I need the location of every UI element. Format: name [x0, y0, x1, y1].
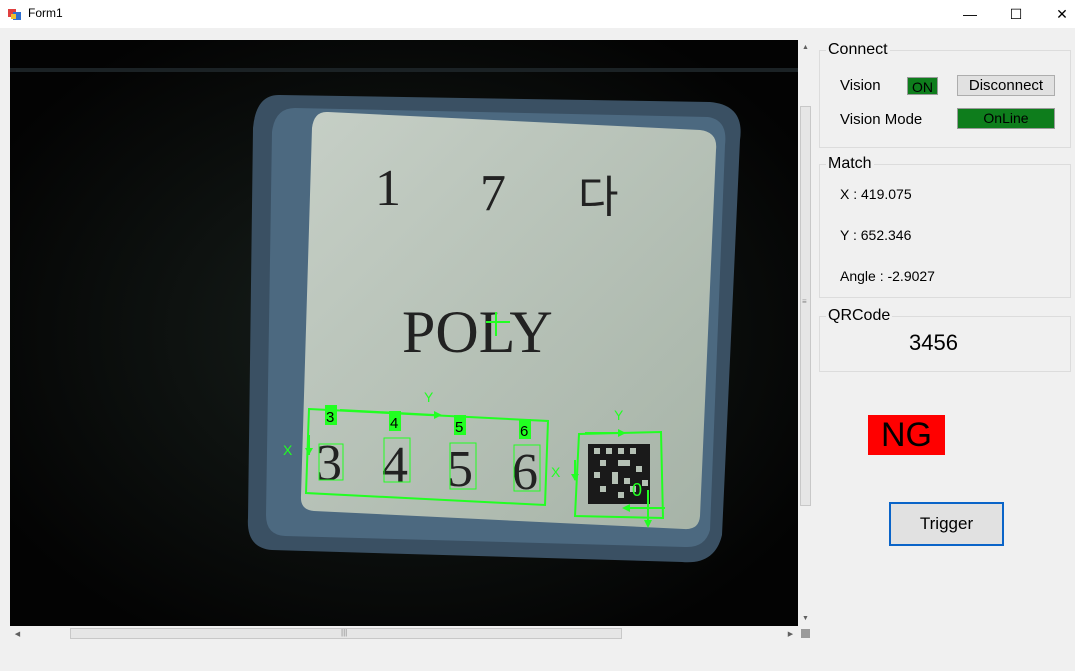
scroll-right-icon[interactable]: ▶ — [783, 626, 798, 641]
label-digit-4: 4 — [382, 437, 408, 494]
camera-image: 1 7 다 POLY 3 4 5 6 3 4 5 6 Y X X Y 0 — [10, 40, 798, 626]
vision-label: Vision — [840, 77, 881, 94]
title-bar: Form1 — ☐ ✕ — [0, 0, 1075, 28]
label-digit-6: 6 — [512, 444, 538, 501]
vertical-scroll-thumb[interactable]: ≡ — [800, 106, 811, 506]
ocr-tag-4: 4 — [390, 415, 398, 432]
window-title: Form1 — [28, 6, 63, 20]
vision-mode-indicator[interactable]: OnLine — [957, 108, 1055, 129]
close-icon: ✕ — [1056, 5, 1068, 22]
vertical-scrollbar[interactable]: ▲ ≡ ▼ — [798, 40, 813, 626]
digits-x-label: X — [283, 442, 293, 458]
app-icon — [8, 9, 21, 20]
ocr-tag-5: 5 — [455, 419, 463, 436]
qrcode-group: QRCode 3456 — [819, 307, 1071, 372]
qr-x-label: X — [551, 464, 561, 480]
qrcode-value: 3456 — [909, 330, 958, 355]
qrcode-group-title: QRCode — [826, 307, 893, 325]
vision-status-indicator: ON — [907, 77, 938, 95]
camera-image-viewer[interactable]: 1 7 다 POLY 3 4 5 6 3 4 5 6 Y X X Y 0 — [10, 40, 798, 626]
size-grip — [798, 626, 813, 641]
maximize-icon: ☐ — [1009, 5, 1023, 22]
close-button[interactable]: ✕ — [1039, 0, 1075, 28]
scroll-down-icon[interactable]: ▼ — [798, 611, 813, 626]
ocr-tag-6: 6 — [520, 423, 528, 440]
qr-y-label: Y — [614, 407, 624, 423]
horizontal-scroll-thumb[interactable]: ||| — [70, 628, 622, 639]
connect-group-title: Connect — [826, 41, 890, 59]
trigger-button[interactable]: Trigger — [889, 502, 1004, 546]
ocr-tag-3: 3 — [326, 409, 334, 426]
vision-mode-label: Vision Mode — [840, 111, 923, 128]
maximize-button[interactable]: ☐ — [993, 0, 1039, 28]
minimize-button[interactable]: — — [947, 0, 993, 28]
label-char-3: 다 — [578, 172, 618, 223]
match-group-title: Match — [826, 155, 874, 173]
label-char-2: 7 — [480, 165, 506, 222]
grip-icon: ||| — [341, 628, 348, 637]
digits-y-label: Y — [424, 389, 434, 405]
match-x-value: X : 419.075 — [840, 186, 912, 202]
horizontal-scrollbar[interactable]: ◀ ||| ▶ — [10, 626, 798, 641]
connect-group: Connect Vision ON Disconnect Vision Mode… — [819, 41, 1071, 148]
qr-origin-label: 0 — [632, 480, 642, 500]
result-indicator: NG — [868, 415, 945, 455]
disconnect-button[interactable]: Disconnect — [957, 75, 1055, 96]
scroll-left-icon[interactable]: ◀ — [10, 626, 25, 641]
scroll-up-icon[interactable]: ▲ — [798, 40, 813, 55]
match-angle-value: Angle : -2.9027 — [840, 268, 935, 284]
match-group: Match X : 419.075 Y : 652.346 Angle : -2… — [819, 155, 1071, 298]
size-grip-icon — [801, 629, 810, 638]
minimize-icon: — — [963, 6, 977, 22]
label-poly: POLY — [402, 299, 553, 365]
label-char-1: 1 — [375, 160, 401, 217]
grip-icon: ≡ — [802, 297, 807, 306]
match-y-value: Y : 652.346 — [840, 227, 912, 243]
